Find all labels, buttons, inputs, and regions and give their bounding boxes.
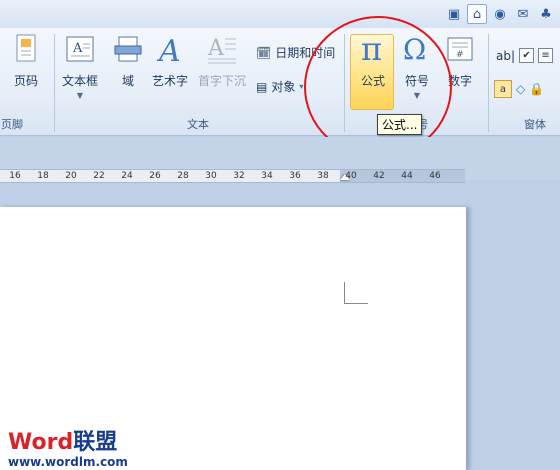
ruler-tick: 20 <box>65 171 77 181</box>
ruler-tick: 42 <box>373 171 385 181</box>
ruler-tick: 30 <box>205 171 217 181</box>
text-field-control[interactable]: ab| <box>496 49 515 63</box>
ruler-tick: 18 <box>37 171 49 181</box>
mail-icon[interactable]: ✉ <box>513 4 533 24</box>
chevron-down-icon[interactable]: ▾ <box>299 82 303 91</box>
drop-cap-icon: A <box>206 32 238 66</box>
eraser-icon[interactable]: ◇ <box>516 82 525 96</box>
watermark-brand-latin: Word <box>8 430 74 455</box>
ruler-tick: 36 <box>289 171 301 181</box>
group-separator <box>54 34 55 132</box>
object-label: 对象 <box>271 80 296 94</box>
page-number-label: 页码 <box>13 74 38 88</box>
ruler-tick: 28 <box>177 171 189 181</box>
number-icon: # <box>444 32 476 66</box>
form-controls-row: ab| ✔ ≡ <box>496 48 554 63</box>
watermark-logo: Word联盟 <box>8 432 117 454</box>
margin-corner-mark <box>344 282 368 304</box>
ruler-tick: 46 <box>429 171 441 181</box>
field-button[interactable]: 域 <box>112 32 144 89</box>
group-label-form: 窗体 <box>524 118 546 131</box>
ruler-tick: 26 <box>149 171 161 181</box>
object-icon: ▤ <box>256 79 268 94</box>
home-icon[interactable]: ⌂ <box>467 4 487 24</box>
page-number-button[interactable]: 页码 <box>10 32 42 89</box>
ruler-tick: 24 <box>121 171 133 181</box>
svg-text:A: A <box>156 34 181 65</box>
ruler-tick: 32 <box>233 171 245 181</box>
watermark-url: www.wordlm.com <box>8 455 128 469</box>
svg-text:#: # <box>456 50 464 60</box>
svg-text:A: A <box>72 41 83 56</box>
quick-access-strip: ▣ ⌂ ◉ ✉ ♣ <box>0 0 560 28</box>
wordart-button[interactable]: A 艺术字 <box>152 32 188 89</box>
equation-tooltip: 公式... <box>377 114 423 135</box>
wordart-label: 艺术字 <box>152 74 189 88</box>
insert-ribbon: 页码 页脚 A 文本框 ▼ 域 A 艺术字 A 首字下沉 🗓 日期和时间 ▤ 对… <box>0 28 560 136</box>
svg-text:A: A <box>207 36 225 61</box>
object-button[interactable]: ▤ 对象 ▾ <box>256 78 303 95</box>
text-box-button[interactable]: A 文本框 ▼ <box>62 32 98 100</box>
field-label: 域 <box>121 74 134 88</box>
watermark-brand-cn: 联盟 <box>73 430 118 455</box>
window-icon[interactable]: ▣ <box>444 4 464 24</box>
chevron-down-icon[interactable]: ▼ <box>77 91 83 100</box>
ruler-tick: 40 <box>345 171 357 181</box>
group-label-text: 文本 <box>187 118 209 131</box>
checkbox-control-icon[interactable]: ✔ <box>519 48 535 63</box>
ruler-tick: 38 <box>317 171 329 181</box>
drop-cap-button[interactable]: A 首字下沉 <box>198 32 246 89</box>
group-label-header-footer: 页脚 <box>1 118 23 131</box>
wordart-icon: A <box>154 32 186 66</box>
calendar-icon: 🗓 <box>256 45 272 60</box>
ruler-tick: 44 <box>401 171 413 181</box>
list-control-icon[interactable]: ≡ <box>538 48 554 63</box>
lock-icon[interactable]: 🔒 <box>529 82 544 96</box>
text-box-label: 文本框 <box>62 74 99 88</box>
ruler-tick: 16 <box>9 171 21 181</box>
text-box-icon: A <box>64 32 96 66</box>
globe-icon[interactable]: ◉ <box>490 4 510 24</box>
form-controls-row-2: a ◇ 🔒 <box>494 80 544 98</box>
field-icon <box>112 32 144 66</box>
ruler-tick: 34 <box>261 171 273 181</box>
horizontal-ruler[interactable]: 16 18 20 22 24 26 28 30 32 34 36 38 40 42 44 46 <box>0 169 465 183</box>
ruler-area: 16 18 20 22 24 26 28 30 32 34 36 38 40 42 44 46 <box>0 137 560 183</box>
page-number-icon <box>10 32 42 66</box>
ruler-tick: 22 <box>93 171 105 181</box>
field-shading-icon[interactable]: a <box>494 80 512 98</box>
drop-cap-label: 首字下沉 <box>198 74 247 88</box>
group-separator <box>488 34 489 132</box>
tree-icon[interactable]: ♣ <box>536 4 556 24</box>
